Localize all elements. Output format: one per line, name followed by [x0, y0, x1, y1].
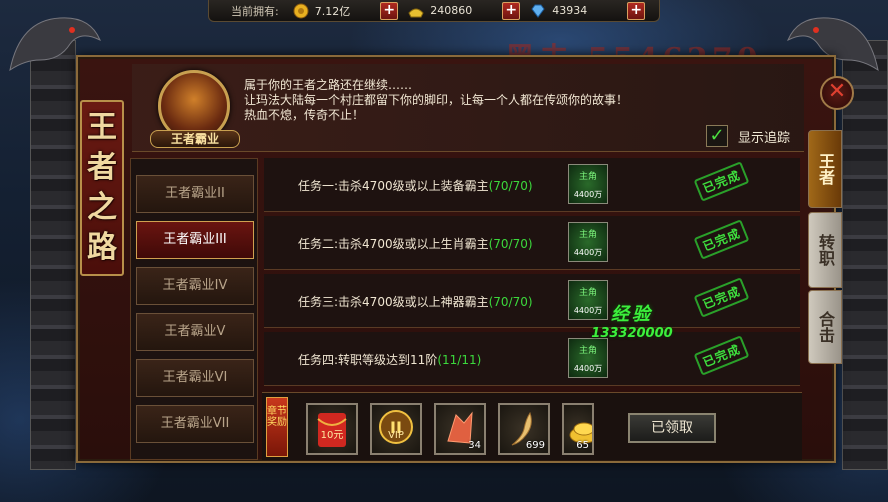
task-row: 任务四:转职等级达到11阶(11/11) 主角 4400万 已完成 [264, 332, 800, 386]
task-row: 任务一:击杀4700级或以上装备霸主(70/70) 主角 4400万 已完成 [264, 158, 800, 212]
diamond-icon [531, 4, 545, 18]
tab-label: 合击 [816, 311, 835, 343]
tracking-label: 显示追踪 [738, 130, 791, 146]
tab-zhuanzhi[interactable]: 转职 [808, 212, 842, 288]
chapter-item[interactable]: 王者霸业V [136, 313, 254, 351]
title-char: 者 [87, 150, 117, 185]
add-ingot-button[interactable]: + [502, 1, 521, 20]
task-row: 任务三:击杀4700级或以上神器霸主(70/70) 主角 4400万 已完成 [264, 274, 800, 328]
page-title: 王 者 之 路 [80, 100, 124, 276]
task-text: 任务一:击杀4700级或以上装备霸主(70/70) [298, 179, 533, 193]
avatar-label: 王者霸业 [150, 130, 240, 148]
tracking-checkbox[interactable]: ✓ [706, 125, 728, 147]
title-char: 王 [87, 110, 117, 145]
ginseng-item[interactable]: 699 [498, 403, 550, 455]
gold-ingots-item[interactable]: 65 [562, 403, 594, 455]
exp-reward-icon[interactable]: 主角 4400万 [568, 222, 608, 262]
header: 王者霸业 属于你的王者之路还在继续…… 让玛法大陆每一个村庄都留下你的脚印，让每… [132, 64, 804, 152]
chapter-item[interactable]: 王者霸业IV [136, 267, 254, 305]
tab-label: 转职 [816, 234, 835, 266]
ingot-value: 240860 [430, 4, 473, 17]
description-line: 热血不熄，传奇不止！ [244, 108, 365, 122]
vip-item[interactable]: II VIP [370, 403, 422, 455]
gold-value: 7.12亿 [314, 4, 351, 18]
chapter-reward-bar: 章节奖励 10元 II VIP 34 699 65 已领取 [262, 392, 802, 460]
red-envelope-item[interactable]: 10元 [306, 403, 358, 455]
add-diamond-button[interactable]: + [627, 1, 646, 20]
add-gold-button[interactable]: + [380, 1, 399, 20]
vip-badge-icon: II [379, 410, 413, 444]
chapter-list: 王者霸业II 王者霸业III 王者霸业IV 王者霸业V 王者霸业VI 王者霸业V… [130, 158, 258, 460]
task-text: 任务三:击杀4700级或以上神器霸主(70/70) [298, 295, 533, 309]
gold-coin-icon [293, 3, 309, 18]
left-pillar [30, 40, 76, 470]
tab-wangzhe[interactable]: 王者 [808, 130, 842, 208]
completed-stamp: 已完成 [693, 277, 750, 318]
completed-stamp: 已完成 [693, 335, 750, 376]
title-char: 路 [87, 230, 117, 265]
crystal-item[interactable]: 34 [434, 403, 486, 455]
chapter-reward-label: 章节奖励 [266, 397, 288, 457]
completed-stamp: 已完成 [693, 219, 750, 260]
chapter-item[interactable]: 王者霸业II [136, 175, 254, 213]
tab-label: 王者 [816, 153, 835, 185]
exp-reward-icon[interactable]: 主角 4400万 [568, 338, 608, 378]
description: 属于你的王者之路还在继续…… 让玛法大陆每一个村庄都留下你的脚印，让每一个人都在… [244, 78, 628, 123]
chapter-item-active[interactable]: 王者霸业III [136, 221, 254, 259]
gold-resource: 7.12亿 [293, 3, 351, 19]
item-title: 10元 [320, 430, 344, 441]
resource-bar: 当前拥有: 7.12亿 + 240860 + 43934 + [208, 0, 660, 22]
show-tracking-toggle[interactable]: ✓ 显示追踪 [706, 125, 790, 147]
task-row: 任务二:击杀4700级或以上生肖霸主(70/70) 主角 4400万 已完成 [264, 216, 800, 270]
chapter-item[interactable]: 王者霸业VI [136, 359, 254, 397]
item-count: 699 [525, 440, 545, 451]
exp-reward-icon[interactable]: 主角 4400万 [568, 164, 608, 204]
chapter-item[interactable]: 王者霸业VII [136, 405, 254, 443]
item-count: 34 [468, 440, 481, 451]
completed-stamp: 已完成 [693, 161, 750, 202]
resource-label: 当前拥有: [231, 4, 279, 18]
description-line: 属于你的王者之路还在继续…… [244, 78, 413, 92]
task-text: 任务四:转职等级达到11阶(11/11) [298, 353, 482, 367]
task-list: 任务一:击杀4700级或以上装备霸主(70/70) 主角 4400万 已完成 任务… [264, 158, 800, 388]
diamond-value: 43934 [552, 4, 588, 17]
title-char: 之 [87, 190, 117, 225]
exp-tooltip-value: 133320000 [591, 326, 673, 341]
ingot-icon [408, 8, 424, 17]
diamond-resource: 43934 [530, 3, 587, 19]
claimed-button[interactable]: 已领取 [628, 413, 716, 443]
exp-tooltip-title: 经验 [611, 304, 653, 325]
item-title: VIP [388, 430, 404, 441]
description-line: 让玛法大陆每一个村庄都留下你的脚印，让每一个人都在传颂你的故事！ [244, 93, 629, 107]
exp-tooltip: 经验 133320000 [572, 300, 692, 341]
tab-heji[interactable]: 合击 [808, 290, 842, 364]
task-text: 任务二:击杀4700级或以上生肖霸主(70/70) [298, 237, 533, 251]
item-count: 65 [576, 440, 589, 451]
ingot-resource: 240860 [408, 3, 472, 19]
close-button[interactable]: ✕ [820, 76, 854, 110]
